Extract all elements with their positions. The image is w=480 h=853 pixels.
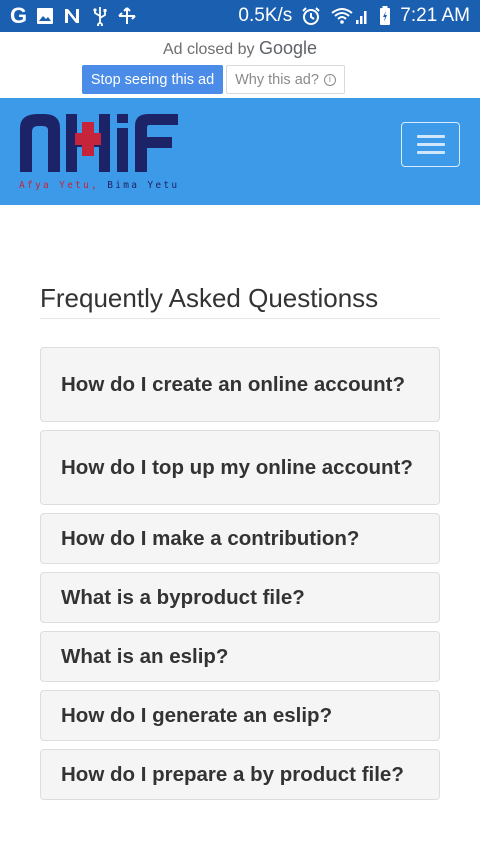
faq-item[interactable]: How do I prepare a by product file? [40,749,440,800]
why-this-ad-button[interactable]: Why this ad? i [226,65,345,94]
faq-question: How do I make a contribution? [61,527,360,550]
menu-icon-bar [416,135,445,138]
ad-closed-text: Ad closed by [162,41,255,58]
hamburger-menu-button[interactable] [401,122,460,167]
cross-arrows-icon [117,6,137,26]
usb-icon [92,6,108,26]
info-icon: i [323,73,336,86]
google-brand: Google [259,38,318,58]
faq-item[interactable]: How do I create an online account? [40,347,440,422]
title-divider [40,318,440,319]
nhif-logo[interactable] [18,110,188,175]
n-icon [63,6,83,26]
faq-item[interactable]: How do I generate an eslip? [40,690,440,741]
faq-question: What is an eslip? [61,645,229,668]
alarm-icon [301,6,321,26]
faq-question: How do I create an online account? [61,373,405,396]
tagline-part1: Afya Yetu, [19,180,100,191]
menu-icon-bar [416,143,445,146]
menu-icon-bar [416,151,445,154]
clock: 7:21 AM [400,5,470,26]
faq-item[interactable]: What is a byproduct file? [40,572,440,623]
stop-seeing-ad-button[interactable]: Stop seeing this ad [82,65,223,94]
why-this-ad-label: Why this ad? [235,71,319,88]
network-speed: 0.5K/s [238,5,293,26]
faq-item[interactable]: How do I top up my online account? [40,430,440,505]
faq-question: How do I generate an eslip? [61,704,333,727]
tagline-part2: Bima Yetu [107,180,180,191]
google-icon: G [10,3,28,28]
status-left-icons: G [10,3,137,28]
faq-question: What is a byproduct file? [61,586,305,609]
faq-item[interactable]: What is an eslip? [40,631,440,682]
status-bar: G 0.5K/s 7:21 AM [0,0,480,32]
ad-banner: Ad closed by Google Stop seeing this ad … [0,32,480,98]
battery-icon [379,6,391,26]
page-title: Frequently Asked Questionss [40,283,379,313]
status-right-icons: 0.5K/s 7:21 AM [238,5,470,27]
wifi-icon [330,6,370,26]
image-icon [36,6,54,26]
tagline: Afya Yetu, Bima Yetu [19,180,179,191]
faq-question: How do I top up my online account? [61,456,413,479]
ad-closed-notice: Ad closed by Google [0,38,480,59]
faq-question: How do I prepare a by product file? [61,763,404,786]
faq-item[interactable]: How do I make a contribution? [40,513,440,564]
